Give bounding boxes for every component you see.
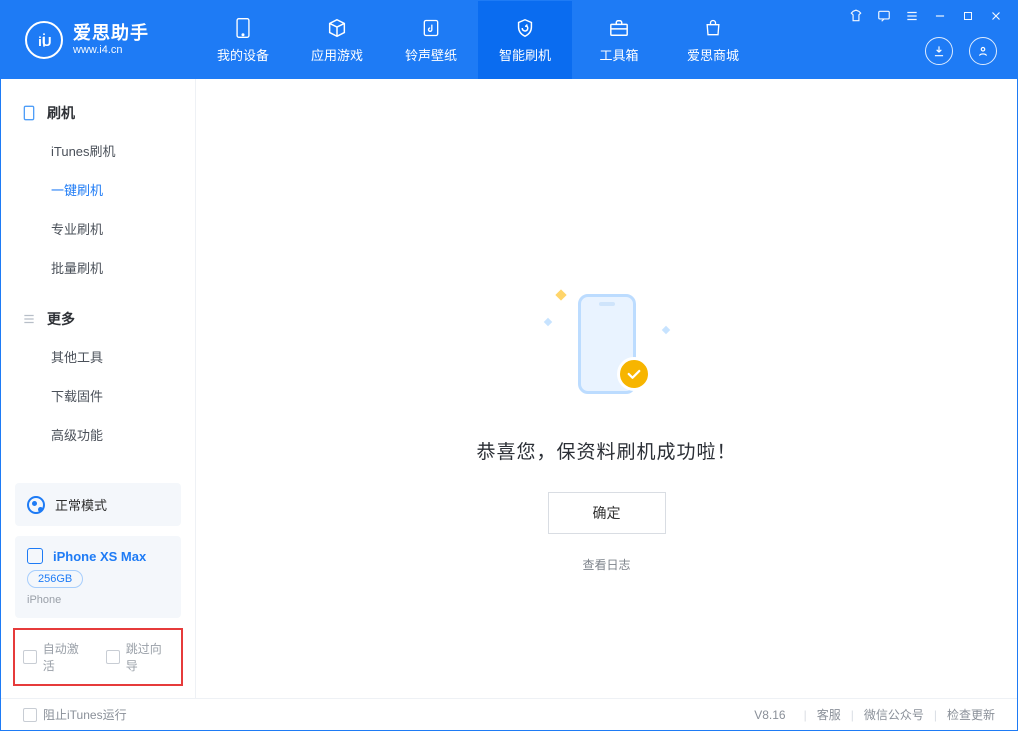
tab-store[interactable]: 爱思商城 [666,1,760,79]
tab-label: 应用游戏 [311,45,363,64]
sparkle-icon [543,318,551,326]
feedback-icon[interactable] [877,9,891,23]
window-controls [849,9,1003,23]
list-icon [21,311,37,327]
minimize-icon[interactable] [933,9,947,23]
ok-button[interactable]: 确定 [548,492,666,534]
sidebar-item-batch-flash[interactable]: 批量刷机 [1,248,195,287]
skin-icon[interactable] [849,9,863,23]
shopping-bag-icon [702,17,724,39]
sidebar-group-more: 更多 [1,301,195,337]
sparkle-icon [661,326,669,334]
header-tabs: 我的设备 应用游戏 铃声壁纸 智能刷机 工具箱 爱思商城 [196,1,760,79]
option-label: 跳过向导 [126,640,173,674]
sidebar-group-title: 刷机 [47,103,75,123]
tab-label: 工具箱 [599,45,638,64]
tab-label: 我的设备 [217,45,269,64]
footer: 阻止iTunes运行 V8.16 | 客服 | 微信公众号 | 检查更新 [1,698,1017,730]
sparkle-icon [555,289,566,300]
checkbox-icon[interactable] [23,708,37,722]
device-type: iPhone [27,594,169,606]
tab-my-device[interactable]: 我的设备 [196,1,290,79]
device-card[interactable]: iPhone XS Max 256GB iPhone [15,536,181,618]
footer-link-check-update[interactable]: 检查更新 [947,706,995,723]
mode-card[interactable]: 正常模式 [15,483,181,526]
check-badge-icon [617,357,651,391]
sidebar-item-advanced[interactable]: 高级功能 [1,415,195,454]
maximize-icon[interactable] [961,9,975,23]
cube-icon [326,17,348,39]
tab-label: 铃声壁纸 [405,45,457,64]
mode-label: 正常模式 [55,495,107,514]
app-subtitle: www.i4.cn [73,44,149,57]
checkbox-icon [106,650,120,664]
device-name: iPhone XS Max [53,549,146,564]
svg-text:iU: iU [38,34,51,49]
sidebar-group-flash: 刷机 [1,95,195,131]
sidebar-item-oneclick-flash[interactable]: 一键刷机 [1,170,195,209]
tab-label: 智能刷机 [499,45,551,64]
version-label: V8.16 [754,708,785,722]
header-right-icons [925,37,997,65]
sidebar-item-other-tools[interactable]: 其他工具 [1,337,195,376]
tab-label: 爱思商城 [687,45,739,64]
success-illustration [527,279,687,409]
sidebar-item-download-firmware[interactable]: 下载固件 [1,376,195,415]
phone-icon [232,17,254,39]
checkbox-icon [23,650,37,664]
device-outline-icon [21,105,37,121]
option-label: 自动激活 [43,640,90,674]
app-title: 爱思助手 [73,23,149,44]
toolbox-icon [608,17,630,39]
tab-apps-games[interactable]: 应用游戏 [290,1,384,79]
view-log-link[interactable]: 查看日志 [582,556,630,573]
tab-ringtones-wallpapers[interactable]: 铃声壁纸 [384,1,478,79]
sidebar-item-pro-flash[interactable]: 专业刷机 [1,209,195,248]
option-skip-guide[interactable]: 跳过向导 [106,640,173,674]
footer-block-itunes-label[interactable]: 阻止iTunes运行 [43,706,127,723]
device-storage-badge: 256GB [27,570,83,588]
highlighted-options: 自动激活 跳过向导 [13,628,183,686]
app-logo-icon: iU [25,21,63,59]
close-icon[interactable] [989,9,1003,23]
option-auto-activate[interactable]: 自动激活 [23,640,90,674]
music-file-icon [420,17,442,39]
tab-smart-flash[interactable]: 智能刷机 [478,1,572,79]
download-icon[interactable] [925,37,953,65]
main-content: 恭喜您，保资料刷机成功啦！ 确定 查看日志 [196,79,1017,698]
device-icon [27,548,43,564]
footer-link-wechat[interactable]: 微信公众号 [864,706,924,723]
success-message: 恭喜您，保资料刷机成功啦！ [476,437,736,464]
logo-area: iU 爱思助手 www.i4.cn [1,1,196,79]
footer-link-support[interactable]: 客服 [817,706,841,723]
user-icon[interactable] [969,37,997,65]
tab-toolbox[interactable]: 工具箱 [572,1,666,79]
shield-refresh-icon [514,17,536,39]
sidebar-group-title: 更多 [47,309,75,329]
sidebar: 刷机 iTunes刷机 一键刷机 专业刷机 批量刷机 更多 其他工具 下载固件 … [1,79,196,698]
mode-indicator-icon [27,496,45,514]
sidebar-item-itunes-flash[interactable]: iTunes刷机 [1,131,195,170]
app-header: iU 爱思助手 www.i4.cn 我的设备 应用游戏 铃声壁纸 智能刷机 工具… [1,1,1017,79]
menu-icon[interactable] [905,9,919,23]
